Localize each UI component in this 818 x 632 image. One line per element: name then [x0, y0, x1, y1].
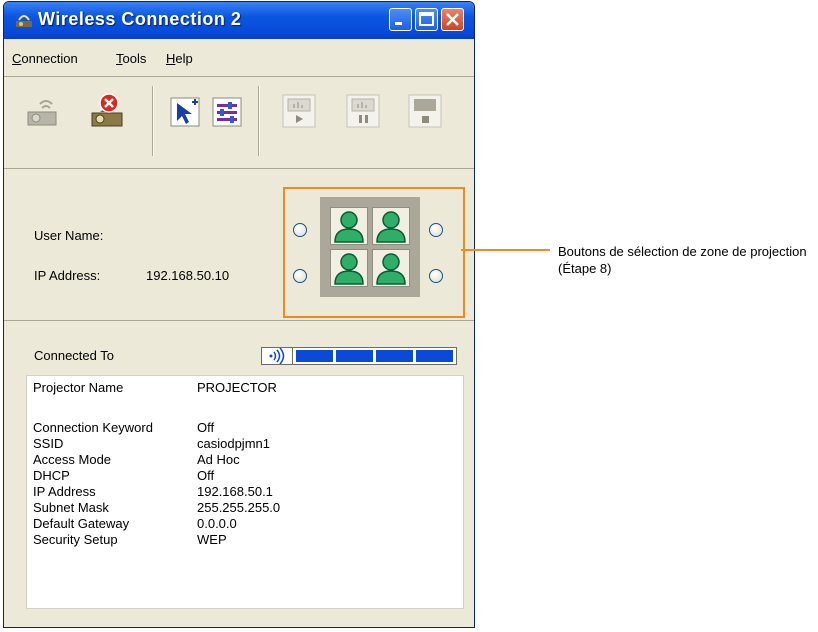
- info-value: 192.168.50.1: [197, 484, 273, 499]
- connect-projector-icon[interactable]: [24, 92, 62, 130]
- signal-segment: [416, 350, 453, 362]
- signal-strength-bar: [261, 347, 457, 365]
- signal-segment: [376, 350, 413, 362]
- toolbar-separator: [258, 86, 260, 156]
- window-title: Wireless Connection 2: [38, 9, 242, 29]
- minimize-icon: [395, 22, 402, 25]
- user-name-label: User Name:: [34, 228, 104, 243]
- toolbar-separator: [152, 86, 154, 156]
- info-key: Subnet Mask: [33, 500, 109, 515]
- signal-segment: [296, 350, 333, 362]
- play-icon[interactable]: [280, 92, 318, 130]
- info-key: Security Setup: [33, 532, 118, 547]
- wireless-signal-icon: [269, 348, 293, 364]
- menu-help[interactable]: Help: [166, 51, 193, 66]
- disconnect-projector-icon[interactable]: [88, 92, 126, 130]
- info-value: Ad Hoc: [197, 452, 240, 467]
- info-value: WEP: [197, 532, 227, 547]
- ip-address-value: 192.168.50.10: [146, 268, 230, 283]
- callout-line: [461, 249, 550, 251]
- callout-text: Boutons de sélection de zone de projecti…: [558, 244, 807, 276]
- info-value: 0.0.0.0: [197, 516, 237, 531]
- info-key: IP Address: [33, 484, 96, 499]
- signal-segment: [336, 350, 373, 362]
- app-window: Wireless Connection 2 Connection Tools H…: [3, 1, 475, 628]
- toolbar: [4, 78, 474, 169]
- projector-app-icon: [16, 15, 32, 27]
- info-key: Connection Keyword: [33, 420, 153, 435]
- close-button[interactable]: [441, 8, 464, 31]
- pointer-add-icon[interactable]: [168, 92, 206, 130]
- ip-address-label: IP Address:: [34, 268, 101, 283]
- info-key: SSID: [33, 436, 64, 451]
- close-icon: [446, 13, 459, 26]
- info-key: Projector Name: [33, 380, 124, 395]
- connected-to-label: Connected To: [34, 348, 114, 363]
- info-value: Off: [197, 468, 215, 483]
- menu-tools[interactable]: Tools: [116, 51, 146, 66]
- maximize-icon: [419, 12, 434, 26]
- menu-bar: Connection Tools Help: [4, 39, 474, 77]
- info-key: Access Mode: [33, 452, 112, 467]
- info-value: casiodpjmn1: [197, 436, 270, 451]
- settings-sliders-icon[interactable]: [210, 92, 248, 130]
- title-bar[interactable]: Wireless Connection 2: [4, 2, 474, 39]
- info-value: PROJECTOR: [197, 380, 277, 395]
- maximize-button[interactable]: [415, 8, 438, 31]
- info-key: Default Gateway: [33, 516, 130, 531]
- menu-connection[interactable]: Connection: [12, 51, 78, 66]
- info-key: DHCP: [33, 468, 70, 483]
- info-value: 255.255.255.0: [197, 500, 281, 515]
- info-value: Off: [197, 420, 215, 435]
- projector-info-panel: Projector Name PROJECTOR Connection Keyw…: [26, 375, 464, 609]
- pause-icon[interactable]: [344, 92, 382, 130]
- stop-icon[interactable]: [406, 92, 444, 130]
- minimize-button[interactable]: [389, 8, 412, 31]
- callout-highlight-box: [283, 187, 465, 318]
